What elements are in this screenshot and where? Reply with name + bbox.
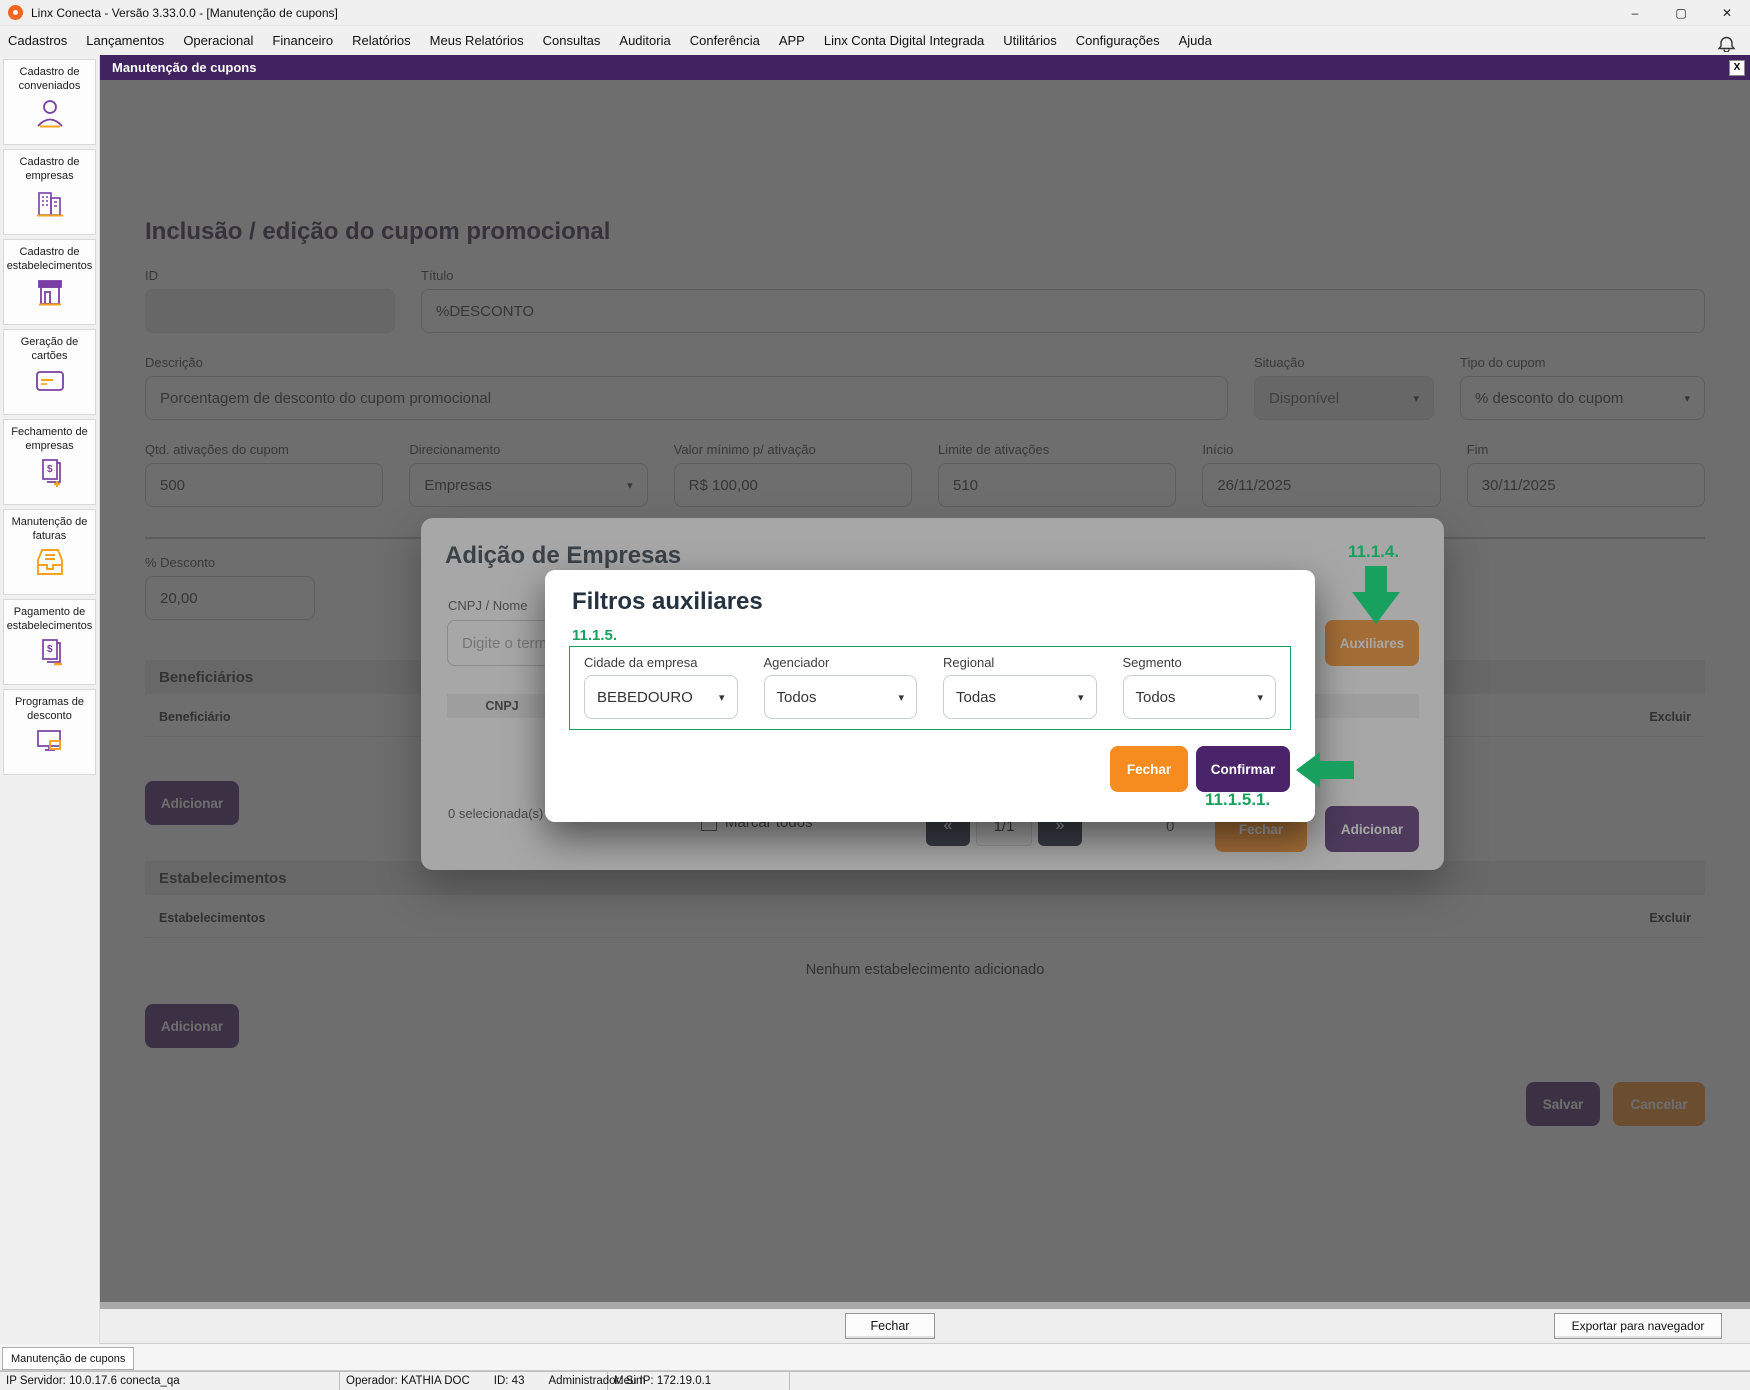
chevron-down-icon — [1078, 691, 1084, 704]
regional-label: Regional — [943, 655, 995, 670]
tab-close-icon[interactable]: X — [1729, 59, 1745, 76]
cidade-empresa-label: Cidade da empresa — [584, 655, 698, 670]
sidebar-item-cadastro-conveniados[interactable]: Cadastro de conveniados — [3, 59, 96, 145]
menu-relatorios[interactable]: Relatórios — [352, 33, 411, 48]
status-operador: Operador: KATHIA DOC — [346, 1375, 470, 1387]
sidebar-item-cadastro-estabelecimentos[interactable]: Cadastro de estabelecimentos — [3, 239, 96, 325]
status-ip-servidor: IP Servidor: 10.0.17.6 conecta_qa — [0, 1371, 340, 1390]
svg-text:$: $ — [47, 464, 53, 475]
menu-cadastros[interactable]: Cadastros — [8, 33, 67, 48]
maximize-button[interactable]: ▢ — [1658, 0, 1704, 25]
document-tray-icon — [33, 547, 67, 577]
menu-financeiro[interactable]: Financeiro — [272, 33, 333, 48]
menu-linx-conta-digital[interactable]: Linx Conta Digital Integrada — [824, 33, 984, 48]
bottom-tab-strip: Manutenção de cupons — [0, 1344, 1750, 1371]
annotation-left-arrow-icon — [1296, 752, 1354, 788]
bottom-fechar-button[interactable]: Fechar — [845, 1313, 935, 1339]
app-logo-icon — [8, 5, 23, 20]
chevron-down-icon — [719, 691, 725, 704]
sidebar-item-cadastro-empresas[interactable]: Cadastro de empresas — [3, 149, 96, 235]
sidebar-item-fechamento-empresas[interactable]: Fechamento de empresas $ — [3, 419, 96, 505]
status-id: ID: 43 — [493, 1375, 525, 1387]
monitor-tag-icon — [33, 727, 67, 757]
filtros-auxiliares-modal: Filtros auxiliares 11.1.5. Cidade da emp… — [545, 570, 1315, 822]
chevron-down-icon — [898, 691, 904, 704]
tab-manutencao-cupons[interactable]: Manutenção de cupons — [112, 60, 256, 75]
annotation-11-1-4: 11.1.4. — [1348, 542, 1400, 561]
buildings-icon — [33, 187, 67, 219]
menu-meus-relatorios[interactable]: Meus Relatórios — [430, 33, 524, 48]
status-filler — [790, 1371, 1750, 1390]
sidebar: Cadastro de conveniados Cadastro de empr… — [0, 55, 100, 1345]
menu-lancamentos[interactable]: Lançamentos — [86, 33, 164, 48]
svg-text:$: $ — [47, 644, 53, 655]
filtros-fechar-button[interactable]: Fechar — [1110, 746, 1188, 792]
menu-bar: Cadastros Lançamentos Operacional Financ… — [0, 26, 1750, 55]
menu-utilitarios[interactable]: Utilitários — [1003, 33, 1056, 48]
main-content: Inclusão / edição do cupom promocional I… — [100, 80, 1750, 1302]
agenciador-select[interactable]: Todos — [763, 675, 917, 719]
sidebar-item-programas-desconto[interactable]: Programas de desconto — [3, 689, 96, 775]
window-title: Linx Conecta - Versão 3.33.0.0 - [Manute… — [31, 5, 338, 20]
chevron-down-icon — [1257, 691, 1263, 704]
status-bar: IP Servidor: 10.0.17.6 conecta_qa Operad… — [0, 1371, 1750, 1390]
close-button[interactable]: ✕ — [1704, 0, 1750, 25]
sidebar-item-geracao-cartoes[interactable]: Geração de cartões — [3, 329, 96, 415]
bottom-tab-manutencao-cupons[interactable]: Manutenção de cupons — [2, 1347, 135, 1370]
invoice-dollar-icon: $ — [33, 457, 67, 487]
filtros-modal-title: Filtros auxiliares — [572, 588, 763, 615]
invoice-dollar-icon: $ — [33, 637, 67, 667]
minimize-button[interactable]: – — [1612, 0, 1658, 25]
annotation-11-1-5-1: 11.1.5.1. — [1205, 790, 1271, 809]
filtros-confirmar-button[interactable]: Confirmar — [1196, 746, 1290, 792]
bottom-band — [100, 1302, 1750, 1309]
menu-consultas[interactable]: Consultas — [543, 33, 601, 48]
exportar-navegador-button[interactable]: Exportar para navegador — [1554, 1313, 1722, 1339]
status-meu-ip: Meu IP: 172.19.0.1 — [608, 1371, 790, 1390]
sidebar-item-manutencao-faturas[interactable]: Manutenção de faturas — [3, 509, 96, 595]
regional-select[interactable]: Todas — [943, 675, 1097, 719]
tab-bar: Manutenção de cupons X — [100, 55, 1750, 80]
status-operador-group: Operador: KATHIA DOC ID: 43 Administrado… — [340, 1371, 646, 1390]
annotation-11-1-5: 11.1.5. — [572, 627, 618, 644]
menu-ajuda[interactable]: Ajuda — [1179, 33, 1212, 48]
storefront-icon — [33, 277, 67, 307]
person-icon — [33, 97, 67, 129]
menu-operacional[interactable]: Operacional — [183, 33, 253, 48]
segmento-label: Segmento — [1122, 655, 1182, 670]
app-window: Linx Conecta - Versão 3.33.0.0 - [Manute… — [0, 0, 1750, 1390]
credit-card-icon — [33, 367, 67, 395]
menu-configuracoes[interactable]: Configurações — [1076, 33, 1160, 48]
menu-app[interactable]: APP — [779, 33, 805, 48]
filtros-highlight-box: Cidade da empresa BEBEDOURO Agenciador T… — [569, 646, 1291, 730]
title-bar: Linx Conecta - Versão 3.33.0.0 - [Manute… — [0, 0, 1750, 26]
notifications-bell-icon[interactable] — [1717, 30, 1736, 52]
menu-conferencia[interactable]: Conferência — [690, 33, 760, 48]
segmento-select[interactable]: Todos — [1122, 675, 1276, 719]
sidebar-item-pagamento-estabelecimentos[interactable]: Pagamento de estabelecimentos $ — [3, 599, 96, 685]
bottom-button-bar: Fechar Exportar para navegador — [100, 1309, 1750, 1344]
annotation-down-arrow-icon — [1352, 566, 1400, 624]
menu-auditoria[interactable]: Auditoria — [619, 33, 670, 48]
agenciador-label: Agenciador — [763, 655, 830, 670]
cidade-empresa-select[interactable]: BEBEDOURO — [584, 675, 738, 719]
